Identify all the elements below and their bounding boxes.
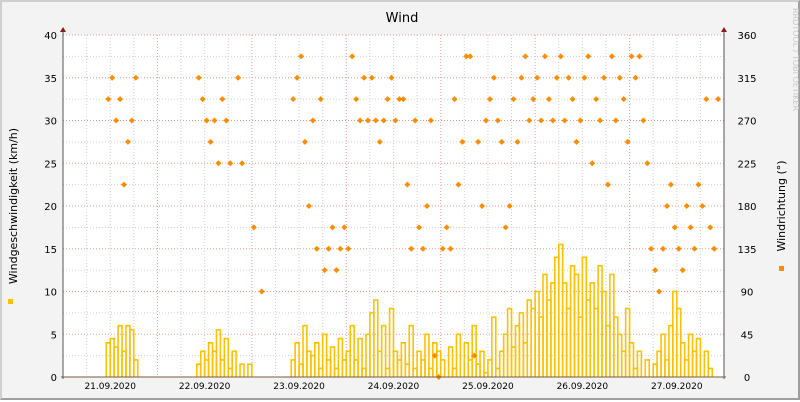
y-tick-label-left: 25 — [44, 159, 57, 170]
y-tick-label-right: 225 — [737, 159, 756, 170]
y-tick-label-left: 40 — [44, 31, 57, 42]
x-tick-label: 21.09.2020 — [84, 382, 136, 392]
legend-swatch-direction — [779, 266, 784, 271]
x-tick-label: 27.09.2020 — [651, 382, 703, 392]
legend-swatch-speed — [8, 299, 13, 304]
y-axis-label-right: Windrichtung (°) — [775, 160, 788, 251]
x-tick-label: 22.09.2020 — [179, 382, 231, 392]
watermark: RRDTOOL / TOBI OETIKER — [791, 8, 800, 111]
y-tick-label-right: 90 — [741, 288, 754, 299]
y-tick-label-left: 20 — [44, 202, 57, 213]
y-tick-label-left: 35 — [44, 74, 57, 85]
y-tick-label-right: 315 — [737, 74, 756, 85]
x-tick-label: 24.09.2020 — [368, 382, 420, 392]
x-tick-label: 23.09.2020 — [273, 382, 325, 392]
y-axis-label-left: Windgeschwindigkeit (km/h) — [7, 128, 20, 284]
y-tick-label-right: 135 — [737, 245, 756, 256]
y-tick-label-right: 180 — [737, 202, 756, 213]
y-tick-label-left: 0 — [51, 373, 57, 384]
y-tick-label-right: 270 — [737, 117, 756, 128]
y-tick-label-left: 30 — [44, 117, 57, 128]
y-tick-label-left: 5 — [51, 330, 57, 341]
x-tick-label: 25.09.2020 — [462, 382, 514, 392]
y-tick-label-right: 360 — [737, 31, 756, 42]
y-tick-label-right: 0 — [744, 373, 750, 384]
chart-title: Wind — [386, 11, 419, 26]
y-tick-label-left: 10 — [44, 288, 57, 299]
y-tick-label-right: 45 — [741, 330, 754, 341]
y-tick-label-left: 15 — [44, 245, 57, 256]
chart-frame: 0 5 10 15 20 25 30 35 40 0 45 90 135 180 225 270 315 360 2… — [0, 0, 800, 400]
x-tick-label: 26.09.2020 — [557, 382, 609, 392]
wind-chart: 0 5 10 15 20 25 30 35 40 0 45 90 135 180 225 270 315 360 2… — [7, 8, 800, 392]
y-axis-arrow-left — [60, 27, 66, 32]
y-axis-arrow-right — [721, 27, 727, 32]
